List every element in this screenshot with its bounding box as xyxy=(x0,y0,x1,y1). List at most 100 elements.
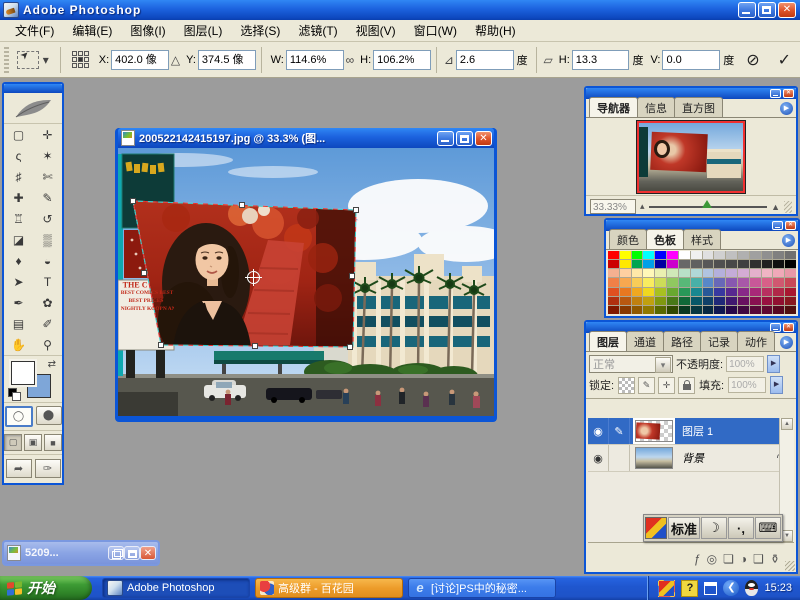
navigator-panel-menu-button[interactable]: ▶ xyxy=(780,102,793,115)
color-swatch[interactable] xyxy=(691,260,702,268)
lock-transparency-icon[interactable] xyxy=(618,377,635,394)
healing-brush-tool[interactable]: ✚ xyxy=(4,187,33,208)
color-swatch[interactable] xyxy=(608,297,619,305)
delete-layer-button[interactable]: ⚱ xyxy=(770,552,780,566)
color-swatch[interactable] xyxy=(750,278,761,286)
color-swatch[interactable] xyxy=(632,297,643,305)
color-swatch[interactable] xyxy=(714,251,725,259)
color-swatch[interactable] xyxy=(655,306,666,314)
task-button-ps[interactable]: Adobe Photoshop xyxy=(102,578,250,598)
color-swatch[interactable] xyxy=(762,306,773,314)
color-swatch[interactable] xyxy=(655,288,666,296)
transform-handle-bottom-left[interactable] xyxy=(158,342,164,348)
tray-window-icon[interactable] xyxy=(704,582,717,595)
x-position-field[interactable]: 402.0 像 xyxy=(111,50,169,70)
color-swatch[interactable] xyxy=(773,251,784,259)
color-swatch[interactable] xyxy=(620,269,631,277)
layer-row-background[interactable]: ◉ 背景 xyxy=(588,445,794,472)
height-scale-field[interactable]: 106.2% xyxy=(373,50,431,70)
color-swatch[interactable] xyxy=(762,260,773,268)
color-swatch[interactable] xyxy=(679,306,690,314)
panel-close-button[interactable]: ✕ xyxy=(785,221,796,230)
transform-handle-top-right[interactable] xyxy=(353,207,359,213)
fullscreen-menubar-button[interactable]: ▣ xyxy=(24,434,42,451)
eyedropper-tool[interactable]: ✐ xyxy=(33,313,62,334)
layer-name[interactable]: 背景 xyxy=(682,450,776,466)
color-swatch[interactable] xyxy=(655,251,666,259)
color-swatch[interactable] xyxy=(667,251,678,259)
clone-stamp-tool[interactable]: ♖ xyxy=(4,208,33,229)
fill-field[interactable]: 100% xyxy=(728,377,766,393)
layers-tab-通道[interactable]: 通道 xyxy=(626,331,664,351)
layer-style-button[interactable]: ƒ xyxy=(694,552,701,566)
zoom-in-button[interactable]: ▲ xyxy=(771,202,780,212)
color-swatch[interactable] xyxy=(679,269,690,277)
blend-mode-select[interactable]: 正常 xyxy=(589,355,673,373)
menu-item-编辑[interactable]: 编辑(E) xyxy=(63,20,121,41)
color-swatch[interactable] xyxy=(762,288,773,296)
menu-item-文件[interactable]: 文件(F) xyxy=(6,20,63,41)
color-swatch[interactable] xyxy=(608,251,619,259)
commit-transform-button[interactable]: ✓ xyxy=(778,50,791,70)
color-swatch[interactable] xyxy=(726,260,737,268)
color-swatch[interactable] xyxy=(703,306,714,314)
color-swatch[interactable] xyxy=(667,306,678,314)
color-swatch[interactable] xyxy=(608,306,619,314)
color-swatch[interactable] xyxy=(703,269,714,277)
app-titlebar[interactable]: Adobe Photoshop ✕ xyxy=(0,0,800,20)
color-swatch[interactable] xyxy=(620,251,631,259)
color-swatch[interactable] xyxy=(679,288,690,296)
tray-player-icon[interactable]: ❮ xyxy=(723,580,739,596)
navigator-tab-信息[interactable]: 信息 xyxy=(637,97,675,117)
tray-qq-penguin-icon[interactable] xyxy=(745,580,758,596)
task-button-qq[interactable]: 高级群 - 百花园 xyxy=(255,578,403,598)
color-swatch[interactable] xyxy=(632,288,643,296)
color-swatch[interactable] xyxy=(703,278,714,286)
pen-tool[interactable]: ✒ xyxy=(4,292,33,313)
color-swatch[interactable] xyxy=(738,297,749,305)
opacity-slider-arrow[interactable]: ▶ xyxy=(767,355,780,373)
lock-paint-icon[interactable]: ✎ xyxy=(638,377,655,394)
lasso-tool[interactable]: ς xyxy=(4,145,33,166)
color-swatch[interactable] xyxy=(773,260,784,268)
ime-fullwidth-moon-icon[interactable]: ☽ xyxy=(701,517,727,539)
color-swatch[interactable] xyxy=(750,306,761,314)
color-swatch[interactable] xyxy=(785,297,796,305)
standard-screen-button[interactable]: ▢ xyxy=(4,434,22,451)
color-swatch[interactable] xyxy=(750,251,761,259)
ime-mode-button[interactable]: 标准 xyxy=(668,517,700,539)
tray-ime-icon[interactable] xyxy=(658,580,675,597)
zoom-slider-thumb[interactable] xyxy=(702,200,712,208)
gradient-tool[interactable]: ▒ xyxy=(33,229,62,250)
transform-center-reference-point[interactable] xyxy=(247,271,260,284)
ime-input-method-icon[interactable] xyxy=(645,517,667,539)
panel-minimize-button[interactable] xyxy=(772,221,783,230)
panel-minimize-button[interactable] xyxy=(770,89,781,98)
transform-handle-top-middle[interactable] xyxy=(239,202,245,208)
doc-minimize-button[interactable] xyxy=(437,131,454,146)
color-swatch[interactable] xyxy=(738,278,749,286)
document-titlebar[interactable]: 200522142415197.jpg @ 33.3% (图... ✕ xyxy=(118,128,494,148)
color-swatch[interactable] xyxy=(738,306,749,314)
color-swatch[interactable] xyxy=(762,278,773,286)
visibility-eye-icon[interactable]: ◉ xyxy=(588,445,609,471)
color-swatch[interactable] xyxy=(667,278,678,286)
color-swatch[interactable] xyxy=(773,269,784,277)
new-layer-button[interactable]: ❑ xyxy=(753,552,764,566)
color-swatch[interactable] xyxy=(785,288,796,296)
color-swatch[interactable] xyxy=(750,269,761,277)
fill-slider-arrow[interactable]: ▶ xyxy=(770,376,783,394)
color-swatch[interactable] xyxy=(738,269,749,277)
close-button[interactable]: ✕ xyxy=(140,546,156,560)
tray-help-icon[interactable]: ? xyxy=(681,580,698,597)
layers-tab-动作[interactable]: 动作 xyxy=(737,331,775,351)
color-swatch[interactable] xyxy=(738,288,749,296)
color-swatch[interactable] xyxy=(643,297,654,305)
color-swatch[interactable] xyxy=(679,251,690,259)
ime-soft-keyboard-icon[interactable]: ⌨ xyxy=(755,517,781,539)
tool-preset-picker[interactable]: ▾ xyxy=(17,51,51,69)
swatches-panel-menu-button[interactable]: ▶ xyxy=(782,234,795,247)
color-swatch[interactable] xyxy=(632,251,643,259)
start-button[interactable]: 开始 xyxy=(0,576,92,600)
menu-item-滤镜[interactable]: 滤镜(T) xyxy=(289,20,346,41)
